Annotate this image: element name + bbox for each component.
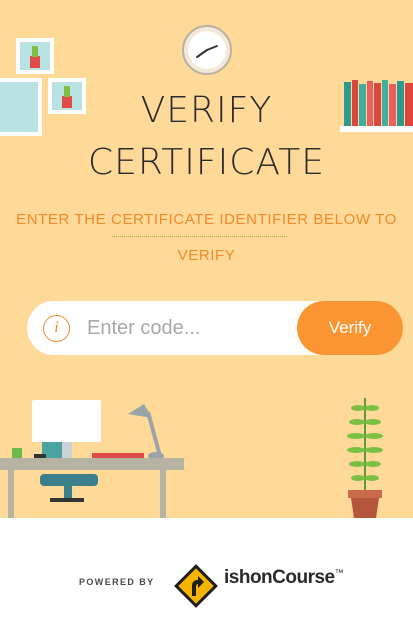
brand-prefix: ish [224,567,250,588]
potted-plant-icon [347,398,383,518]
monitor-icon [32,400,101,442]
clock-icon [182,25,232,75]
brand-name: ishonCourse™ [224,567,344,589]
road-sign-logo-icon [174,564,218,608]
dotted-divider [112,236,287,237]
code-input[interactable] [87,313,292,343]
footer: POWERED BY ishonCourse™ [0,518,413,631]
desk-icon [0,400,184,518]
brand-name-text: onCourse [249,567,335,588]
page-title-line1: VERIFY [140,90,273,131]
brand-trademark: ™ [334,567,344,578]
lamp-icon [146,411,162,457]
instruction-text-line2: VERIFY [177,247,236,264]
page-title-line2: CERTIFICATE [88,142,325,183]
instruction-text-line1: ENTER THE CERTIFICATE IDENTIFIER BELOW T… [16,211,397,228]
code-search-bar: i Verify [27,301,403,355]
info-icon[interactable]: i [43,315,70,342]
powered-by-label: POWERED BY [79,577,155,587]
hero-section: VERIFY CERTIFICATE ENTER THE CERTIFICATE… [0,0,413,518]
verify-button[interactable]: Verify [297,301,403,355]
